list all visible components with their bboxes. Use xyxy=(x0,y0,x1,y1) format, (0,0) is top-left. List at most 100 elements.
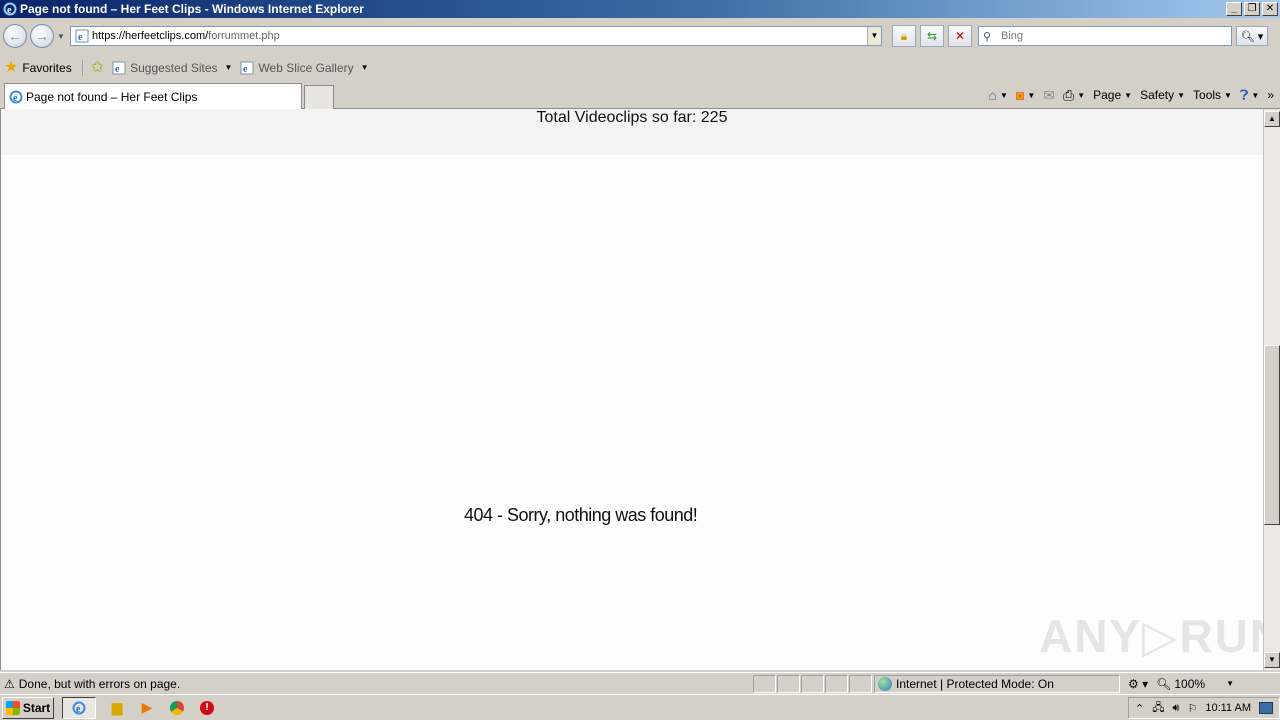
ie-icon: e xyxy=(72,701,86,715)
help-button[interactable]: ❓︎ ▼ xyxy=(1240,87,1259,104)
address-bar[interactable]: e https://herfeetclips.com/forrummet.php… xyxy=(70,26,882,46)
svg-text:e: e xyxy=(115,64,120,75)
anyrun-watermark: ANY▷RUN xyxy=(1039,610,1263,662)
windows-logo-icon xyxy=(5,700,20,715)
back-button[interactable]: ← xyxy=(3,24,27,48)
page-icon: e xyxy=(75,29,89,43)
ie-page-icon: e xyxy=(112,61,126,75)
media-player-taskbar-button[interactable]: ▶ xyxy=(138,699,156,717)
show-desktop-icon[interactable] xyxy=(1259,702,1273,714)
home-icon: ⌂ xyxy=(988,87,997,103)
total-videoclips-text: Total Videoclips so far: 225 xyxy=(536,109,728,126)
refresh-icon: ⇆ xyxy=(926,29,938,43)
compatibility-refresh-button[interactable]: ⇆ xyxy=(920,25,944,47)
opera-taskbar-button[interactable]: ! xyxy=(198,699,216,717)
network-icon[interactable]: 🖧︎ xyxy=(1152,699,1164,718)
action-center-flag-icon[interactable]: ⚐ xyxy=(1187,702,1197,715)
media-player-icon: ▶ xyxy=(141,699,153,715)
status-text: Done, but with errors on page. xyxy=(18,676,181,691)
tab-page-not-found[interactable]: e Page not found – Her Feet Clips xyxy=(4,83,302,109)
clock[interactable]: 10:11 AM xyxy=(1205,702,1251,714)
search-placeholder: Bing xyxy=(1001,30,1024,42)
svg-text:e: e xyxy=(76,704,81,715)
tab-favicon-icon: e xyxy=(9,90,23,104)
status-message[interactable]: ⚠ Done, but with errors on page. xyxy=(0,677,752,691)
favorites-button[interactable]: ★ Favorites xyxy=(4,58,83,76)
chrome-taskbar-button[interactable] xyxy=(168,699,186,717)
svg-text:e: e xyxy=(243,64,248,75)
security-lock-button[interactable]: 🔒︎ xyxy=(892,25,916,47)
volume-icon[interactable]: 🔊︎ xyxy=(1173,702,1180,715)
tray-expand-icon[interactable]: ⌃ xyxy=(1135,702,1144,715)
tools-menu-label: Tools xyxy=(1193,88,1222,102)
url-host: https://herfeetclips.com/ xyxy=(92,30,209,42)
opera-icon: ! xyxy=(200,700,214,715)
add-favorite-icon: ✩ xyxy=(90,58,105,76)
svg-text:e: e xyxy=(13,93,18,104)
rss-icon: ◙ xyxy=(1015,87,1025,103)
scroll-up-button[interactable]: ▲ xyxy=(1264,111,1280,127)
ie-logo-icon: e xyxy=(3,2,17,16)
zoom-icon: 🔍︎ xyxy=(1156,676,1172,691)
status-segment xyxy=(753,674,776,693)
close-button[interactable]: ✕ xyxy=(1262,2,1278,16)
print-button[interactable]: ⎙ ▼ xyxy=(1063,87,1085,104)
taskbar: Start e ▆ ▶ ! ⌃ 🖧︎ 🔊︎ ⚐ 10:11 AM xyxy=(0,694,1280,720)
add-to-favorites-bar-button[interactable]: ✩ xyxy=(90,58,105,76)
status-segment xyxy=(801,674,824,693)
chrome-icon xyxy=(170,700,184,715)
protected-mode-button[interactable]: ⚙ ▾ xyxy=(1128,677,1148,691)
svg-text:e: e xyxy=(78,32,83,43)
scroll-thumb[interactable] xyxy=(1264,345,1280,525)
page-content: Total Videoclips so far: 225 404 - Sorry… xyxy=(0,109,1263,670)
chevron-down-icon: ▼ xyxy=(1226,679,1234,688)
taskbar-ie-button[interactable]: e xyxy=(62,696,96,719)
suggested-sites-link[interactable]: e Suggested Sites ▼ xyxy=(112,61,232,75)
start-label: Start xyxy=(22,700,51,715)
down-arrow-icon: ▼ xyxy=(1268,655,1276,664)
recent-pages-dropdown[interactable]: ▼ xyxy=(56,32,66,41)
search-button[interactable]: 🔍︎ ▾ xyxy=(1236,26,1268,46)
zone-text: Internet | Protected Mode: On xyxy=(896,676,1054,691)
stop-button[interactable]: ✕ xyxy=(948,25,972,47)
start-button[interactable]: Start xyxy=(2,696,54,719)
forward-button[interactable]: → xyxy=(30,24,54,48)
favorites-star-icon: ★ xyxy=(4,58,19,76)
ie-page-icon: e xyxy=(240,61,254,75)
web-slice-gallery-link[interactable]: e Web Slice Gallery ▼ xyxy=(240,61,369,75)
status-segment xyxy=(825,674,848,693)
not-found-message: 404 - Sorry, nothing was found! xyxy=(464,505,698,525)
address-dropdown[interactable]: ▼ xyxy=(867,27,881,45)
printer-icon: ⎙ xyxy=(1063,86,1075,103)
chevron-down-icon: ▼ xyxy=(224,63,233,72)
search-icon: ⚲ xyxy=(983,30,992,43)
new-tab-button[interactable] xyxy=(304,85,334,109)
page-menu-label: Page xyxy=(1093,88,1122,102)
system-tray: ⌃ 🖧︎ 🔊︎ ⚐ 10:11 AM xyxy=(1128,697,1280,719)
search-box[interactable]: ⚲ Bing xyxy=(978,26,1232,46)
url-text[interactable]: https://herfeetclips.com/forrummet.php xyxy=(92,30,867,42)
safety-menu[interactable]: Safety ▼ xyxy=(1140,88,1185,102)
page-menu[interactable]: Page ▼ xyxy=(1093,88,1132,102)
read-mail-button[interactable]: ✉ xyxy=(1043,87,1055,104)
vertical-scrollbar[interactable]: ▲ ▼ xyxy=(1263,109,1280,670)
zoom-control[interactable]: 🔍︎ 100% ▼ xyxy=(1156,677,1234,691)
favorites-bar: ★ Favorites ✩ e Suggested Sites ▼ e Web … xyxy=(0,54,1280,81)
security-zone[interactable]: Internet | Protected Mode: On xyxy=(874,674,1120,693)
stop-icon: ✕ xyxy=(954,29,966,43)
tools-menu[interactable]: Tools ▼ xyxy=(1193,88,1232,102)
explorer-taskbar-button[interactable]: ▆ xyxy=(108,699,126,717)
restore-button[interactable]: ❐ xyxy=(1244,2,1260,16)
feeds-button[interactable]: ◙ ▼ xyxy=(1016,87,1035,103)
scroll-down-button[interactable]: ▼ xyxy=(1264,652,1280,668)
double-chevron-icon: » xyxy=(1267,88,1274,102)
home-button[interactable]: ⌂ ▼ xyxy=(988,87,1007,103)
warning-icon: ⚠ xyxy=(4,676,15,691)
suggested-sites-label: Suggested Sites xyxy=(130,60,218,75)
more-commands-button[interactable]: » xyxy=(1267,88,1274,102)
svg-text:e: e xyxy=(7,5,12,16)
lock-settings-icon: ⚙ ▾ xyxy=(1128,676,1149,691)
minimize-button[interactable]: _ xyxy=(1226,2,1242,16)
status-bar: ⚠ Done, but with errors on page. Interne… xyxy=(0,672,1280,694)
forward-arrow-icon: → xyxy=(35,28,49,44)
